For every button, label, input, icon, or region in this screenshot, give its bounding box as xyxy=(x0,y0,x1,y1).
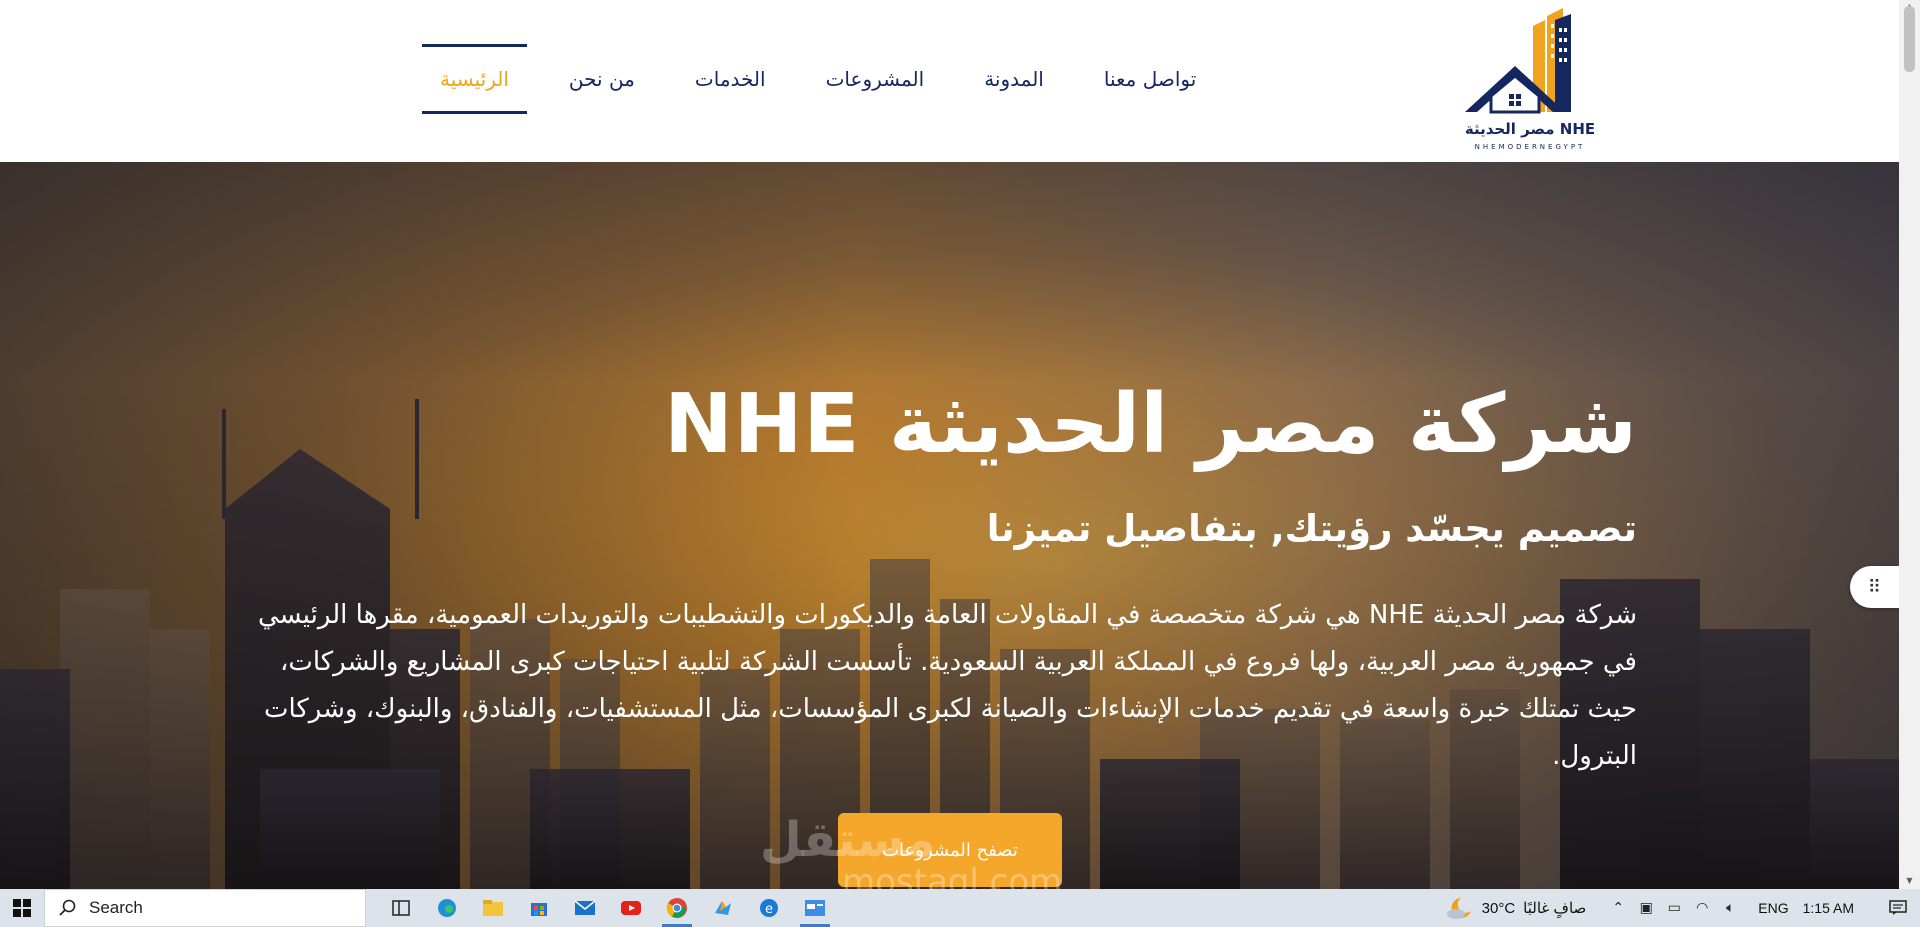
nav-about[interactable]: من نحن xyxy=(551,44,653,114)
notifications-icon[interactable] xyxy=(1876,889,1920,927)
nav-home[interactable]: الرئيسية xyxy=(422,44,527,114)
nav-projects[interactable]: المشروعات xyxy=(808,44,943,114)
hero-section: شركة مصر الحديثة NHE تصميم يجسّد رؤيتك, … xyxy=(0,162,1899,889)
language-indicator[interactable]: ENG xyxy=(1758,900,1788,916)
main-nav: الرئيسية من نحن الخدمات المشروعات المدون… xyxy=(410,44,1226,114)
nav-blog[interactable]: المدونة xyxy=(966,44,1062,114)
file-explorer-icon[interactable] xyxy=(470,889,516,927)
search-icon xyxy=(59,899,76,916)
nav-contact[interactable]: تواصل معنا xyxy=(1086,44,1214,114)
volume-icon[interactable]: 🔈︎ xyxy=(1716,900,1744,916)
side-panel-handle[interactable]: ⠿ xyxy=(1850,566,1899,608)
drag-dots-icon: ⠿ xyxy=(1867,576,1882,598)
store-icon[interactable] xyxy=(516,889,562,927)
logo-subtitle: NHEMODERNEGYPT xyxy=(1474,143,1586,151)
site-logo[interactable]: NHE مصر الحديثة NHEMODERNEGYPT xyxy=(1455,6,1605,156)
device-icon[interactable]: ▣ xyxy=(1632,900,1660,916)
chrome-icon[interactable] xyxy=(654,889,700,927)
weather-widget[interactable]: 30°C صافٍ غالبًا xyxy=(1444,895,1587,921)
logo-building-icon xyxy=(1465,8,1571,114)
hero-description: شركة مصر الحديثة NHE هي شركة متخصصة في ا… xyxy=(257,600,1637,771)
taskbar-apps: e xyxy=(378,889,838,927)
weather-condition: صافٍ غالبًا xyxy=(1523,900,1587,917)
page-scrollbar[interactable]: ▲ ▼ xyxy=(1899,0,1920,889)
app-icon[interactable] xyxy=(700,889,746,927)
app-window-icon[interactable] xyxy=(792,889,838,927)
clock[interactable]: 1:15 AM xyxy=(1803,900,1854,916)
browse-projects-button[interactable]: تصفح المشروعات xyxy=(838,813,1062,887)
weather-moon-icon xyxy=(1446,898,1471,919)
task-view-icon[interactable] xyxy=(378,889,424,927)
search-label: Search xyxy=(89,898,143,917)
nav-services[interactable]: الخدمات xyxy=(677,44,784,114)
start-button[interactable] xyxy=(0,889,44,927)
weather-temperature: 30°C xyxy=(1481,899,1516,917)
edge-browser-icon[interactable]: e xyxy=(746,889,792,927)
taskbar-search[interactable]: Search xyxy=(44,889,366,927)
scroll-thumb[interactable] xyxy=(1904,6,1915,72)
windows-taskbar: Search e 30°C صافٍ غالبًا ⌃ ▣ ▭ ◠ 🔈︎ ENG… xyxy=(0,889,1920,927)
wifi-icon[interactable]: ◠ xyxy=(1688,900,1716,916)
mail-icon[interactable] xyxy=(562,889,608,927)
youtube-icon[interactable] xyxy=(608,889,654,927)
system-tray: 30°C صافٍ غالبًا ⌃ ▣ ▭ ◠ 🔈︎ ENG 1:15 AM xyxy=(1444,889,1920,927)
logo-text: NHE مصر الحديثة xyxy=(1464,120,1596,138)
site-header: NHE مصر الحديثة NHEMODERNEGYPT الرئيسية … xyxy=(0,0,1899,162)
hero-title: شركة مصر الحديثة NHE xyxy=(664,377,1637,472)
battery-icon[interactable]: ▭ xyxy=(1660,900,1688,916)
windows-logo-icon xyxy=(13,899,31,917)
hero-subtitle: تصميم يجسّد رؤيتك, بتفاصيل تميزنا xyxy=(986,507,1637,550)
edge-icon[interactable] xyxy=(424,889,470,927)
svg-text:e: e xyxy=(765,902,773,917)
chevron-up-icon[interactable]: ⌃ xyxy=(1604,900,1632,916)
scroll-down-arrow-icon[interactable]: ▼ xyxy=(1905,876,1914,885)
